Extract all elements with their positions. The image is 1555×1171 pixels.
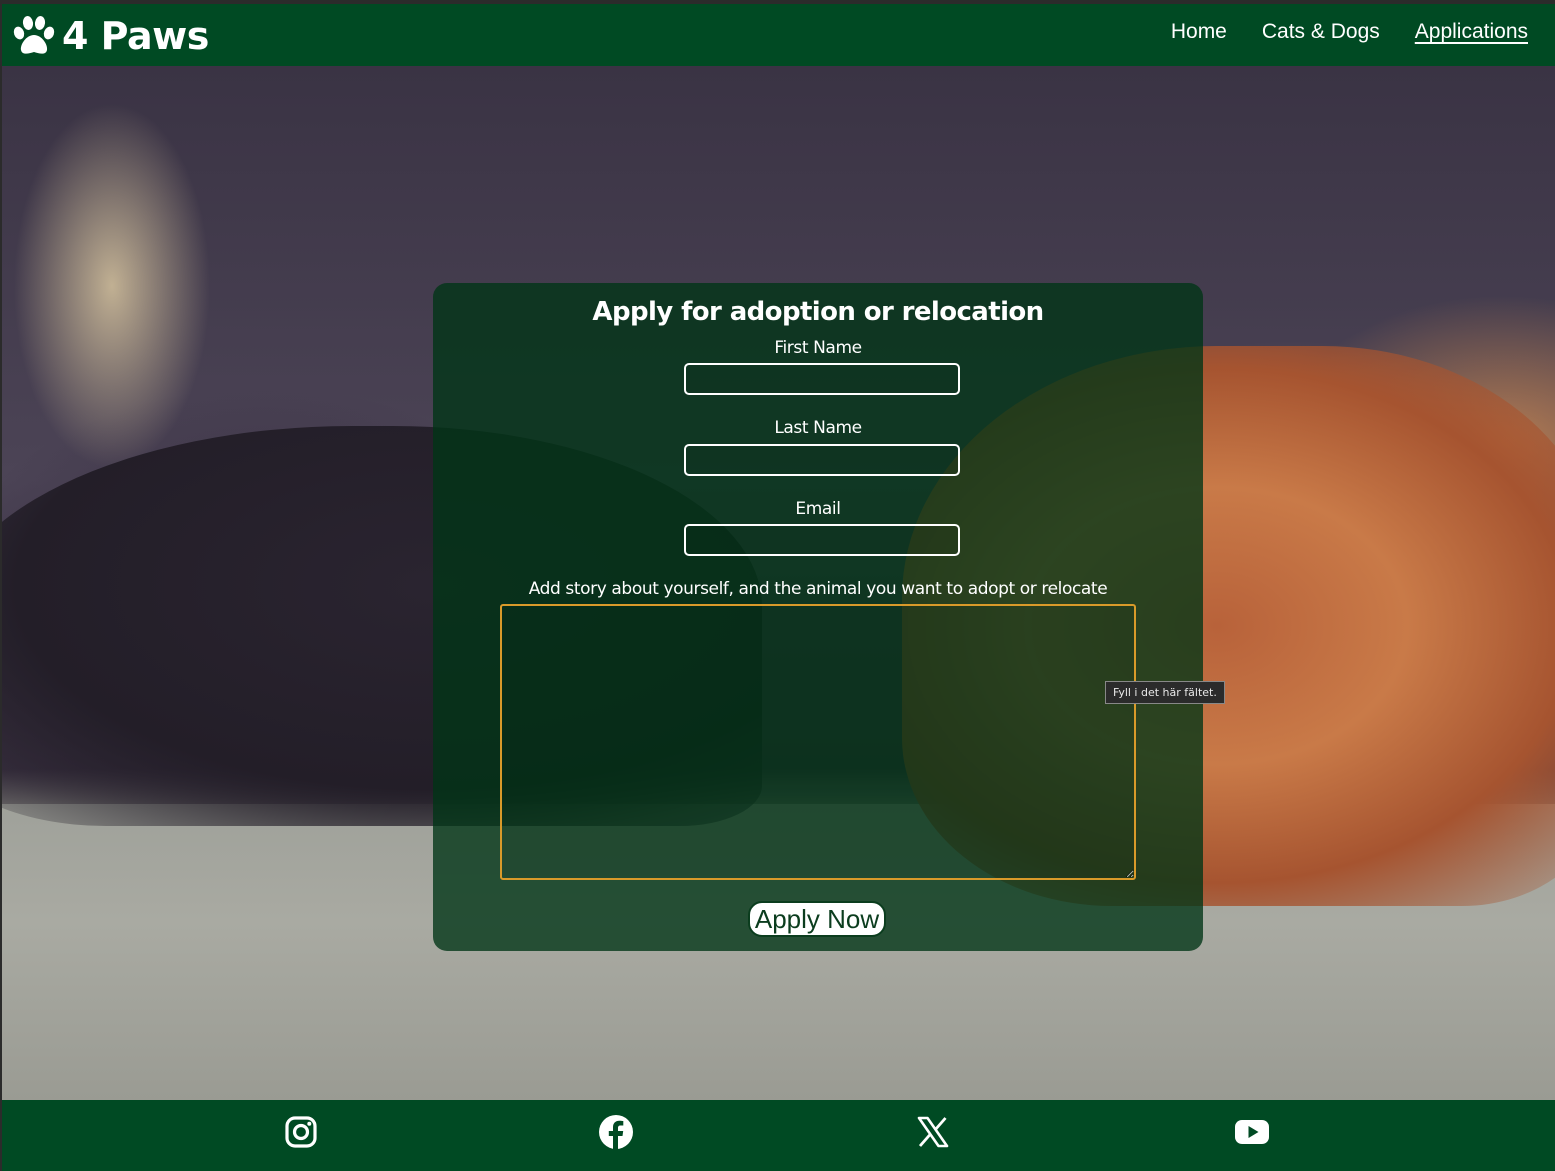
validation-tooltip: Fyll i det här fältet.: [1105, 681, 1225, 704]
main-nav: Home Cats & Dogs Applications: [1171, 20, 1528, 44]
last-name-label: Last Name: [774, 418, 862, 438]
email-input[interactable]: [684, 524, 960, 556]
facebook-icon: [599, 1115, 633, 1149]
first-name-label: First Name: [774, 338, 862, 358]
x-icon: [917, 1116, 949, 1148]
story-textarea[interactable]: [500, 604, 1136, 880]
nav-cats-dogs[interactable]: Cats & Dogs: [1262, 20, 1380, 44]
nav-applications[interactable]: Applications: [1415, 20, 1528, 44]
youtube-link[interactable]: [1234, 1114, 1270, 1150]
apply-now-button[interactable]: Apply Now: [748, 901, 886, 937]
instagram-icon: [285, 1116, 317, 1148]
logo[interactable]: 4 Paws: [12, 12, 209, 60]
facebook-link[interactable]: [598, 1114, 634, 1150]
paw-icon: [13, 16, 55, 54]
page: 4 Paws Home Cats & Dogs Applications App…: [2, 4, 1555, 1171]
nav-home[interactable]: Home: [1171, 20, 1227, 44]
application-form: Apply for adoption or relocation First N…: [433, 283, 1203, 951]
story-label: Add story about yourself, and the animal…: [528, 579, 1108, 599]
logo-text: 4 Paws: [62, 14, 209, 58]
x-link[interactable]: [915, 1114, 951, 1150]
first-name-input[interactable]: [684, 363, 960, 395]
site-header: 4 Paws Home Cats & Dogs Applications: [2, 4, 1555, 66]
form-title: Apply for adoption or relocation: [592, 297, 1044, 327]
instagram-link[interactable]: [283, 1114, 319, 1150]
last-name-input[interactable]: [684, 444, 960, 476]
email-label: Email: [795, 499, 841, 519]
site-footer: [2, 1100, 1555, 1171]
youtube-icon: [1235, 1120, 1269, 1144]
